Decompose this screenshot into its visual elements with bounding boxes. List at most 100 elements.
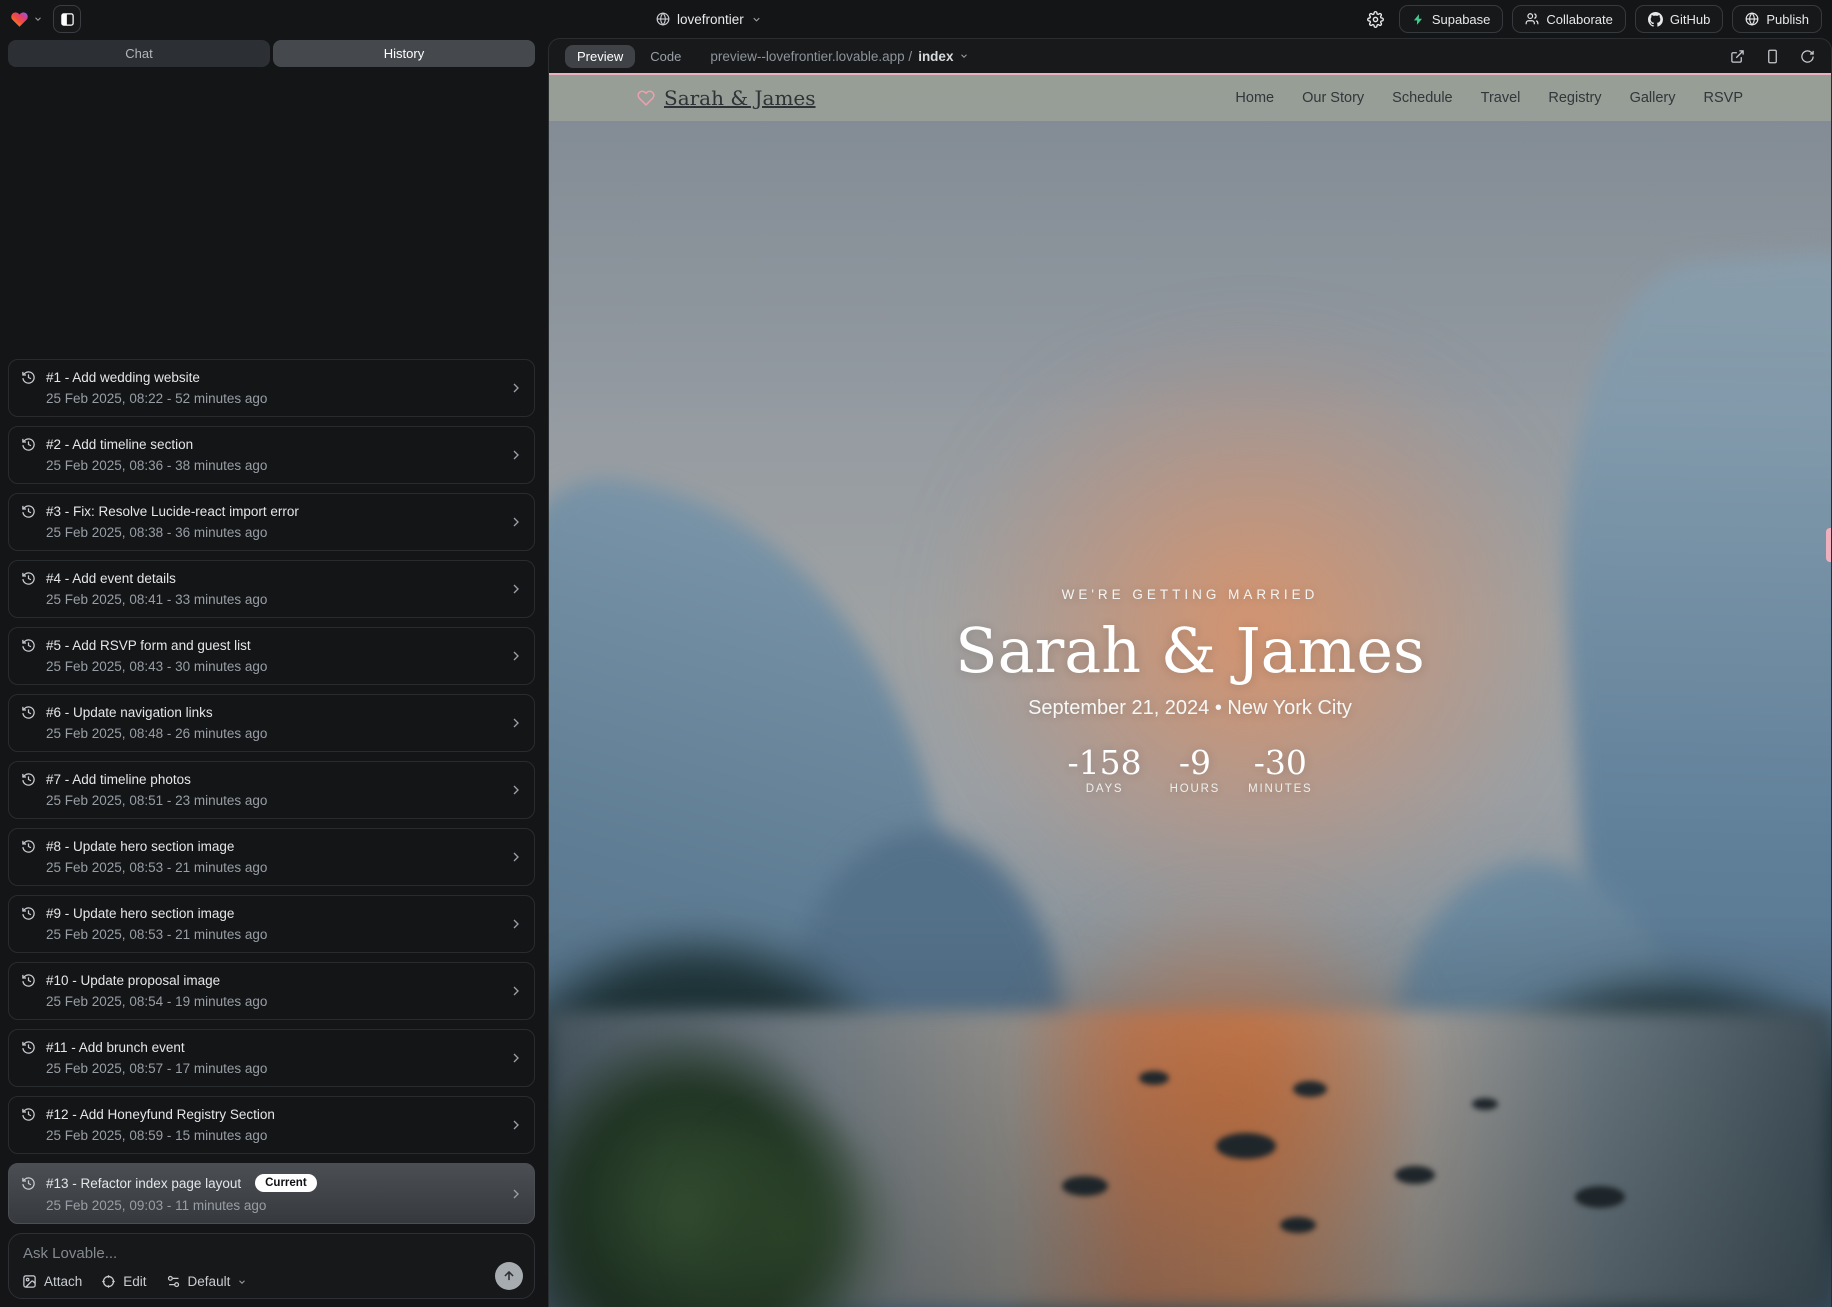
globe-icon [1745,12,1759,26]
countdown: -158 DAYS -9 HOURS -30 MINUTES [549,745,1831,795]
history-icon [21,973,36,988]
history-item-timestamp: 25 Feb 2025, 08:57 - 17 minutes ago [46,1061,504,1076]
site-logo[interactable]: Sarah & James [637,86,816,110]
history-item-timestamp: 25 Feb 2025, 08:53 - 21 minutes ago [46,860,504,875]
site-nav-link[interactable]: Travel [1481,90,1521,106]
chevron-down-icon [237,1277,247,1287]
history-icon [21,906,36,921]
history-item[interactable]: #4 - Add event details 25 Feb 2025, 08:4… [8,560,535,618]
ask-lovable-input[interactable] [23,1245,371,1262]
users-icon [1525,12,1539,26]
edit-button[interactable]: Edit [101,1274,146,1289]
tab-code[interactable]: Code [650,49,681,64]
history-item-timestamp: 25 Feb 2025, 08:41 - 33 minutes ago [46,592,504,607]
heart-outline-icon [637,89,655,107]
history-icon [21,437,36,452]
hero-eyebrow: WE'RE GETTING MARRIED [549,587,1831,602]
hero-content: WE'RE GETTING MARRIED Sarah & James Sept… [549,587,1831,795]
collaborate-button[interactable]: Collaborate [1512,5,1626,33]
history-icon [21,638,36,653]
history-item-title: #6 - Update navigation links [46,705,213,720]
history-item[interactable]: #9 - Update hero section image 25 Feb 20… [8,895,535,953]
history-item[interactable]: #10 - Update proposal image 25 Feb 2025,… [8,962,535,1020]
history-item[interactable]: #6 - Update navigation links 25 Feb 2025… [8,694,535,752]
external-link-icon [1730,49,1745,64]
scrollbar-thumb[interactable] [1826,528,1831,562]
prompt-box: Attach Edit [8,1233,535,1299]
refresh-button[interactable] [1800,49,1815,64]
supabase-bolt-icon [1412,13,1425,26]
site-nav-link[interactable]: RSVP [1704,90,1744,106]
image-icon [22,1274,37,1289]
history-item[interactable]: #12 - Add Honeyfund Registry Section 25 … [8,1096,535,1154]
sidebar: Chat History #1 - Add wedding website 25… [0,38,543,1307]
send-button[interactable] [495,1262,523,1290]
site-header: Sarah & James Home Our Story Schedule Trave… [549,75,1831,121]
history-item[interactable]: #11 - Add brunch event 25 Feb 2025, 08:5… [8,1029,535,1087]
countdown-value: -9 [1170,745,1221,781]
history-icon [21,1040,36,1055]
preview-url[interactable]: preview--lovefrontier.lovable.app / inde… [710,49,969,64]
history-item-timestamp: 25 Feb 2025, 08:53 - 21 minutes ago [46,927,504,942]
history-item[interactable]: #2 - Add timeline section 25 Feb 2025, 0… [8,426,535,484]
hero-names: Sarah & James [549,615,1831,687]
chevron-right-icon [508,916,524,932]
history-list: #1 - Add wedding website 25 Feb 2025, 08… [8,359,535,1224]
countdown-value: -30 [1248,745,1312,781]
history-icon [21,504,36,519]
tab-chat[interactable]: Chat [8,40,270,67]
chevron-right-icon [508,1117,524,1133]
chevron-right-icon [508,1186,524,1202]
preview-url-page: index [918,49,953,64]
attach-button[interactable]: Attach [22,1274,82,1289]
history-item-timestamp: 25 Feb 2025, 08:59 - 15 minutes ago [46,1128,504,1143]
site-nav-link[interactable]: Schedule [1392,90,1452,106]
preview-toolbar: Preview Code preview--lovefrontier.lovab… [549,39,1831,73]
lovable-app: lovefrontier Supabase [0,0,1832,1307]
history-item-timestamp: 25 Feb 2025, 08:43 - 30 minutes ago [46,659,504,674]
mobile-view-button[interactable] [1765,49,1780,64]
open-in-new-tab-button[interactable] [1730,49,1745,64]
history-icon [21,370,36,385]
site-nav: Home Our Story Schedule Travel Registry Galle… [1235,90,1743,106]
site-nav-link[interactable]: Registry [1548,90,1601,106]
settings-button[interactable] [1362,5,1390,33]
preview-panel: Preview Code preview--lovefrontier.lovab… [548,38,1832,1307]
smartphone-icon [1765,49,1780,64]
panel-left-icon [60,12,75,27]
chevron-right-icon [508,648,524,664]
history-item-title: #10 - Update proposal image [46,973,220,988]
history-item-title: #1 - Add wedding website [46,370,200,385]
sidebar-toggle-button[interactable] [53,5,81,33]
history-item-timestamp: 25 Feb 2025, 09:03 - 11 minutes ago [46,1198,504,1213]
history-icon [21,1107,36,1122]
mode-select[interactable]: Default [166,1274,248,1289]
history-item[interactable]: #13 - Refactor index page layout Current… [8,1163,535,1224]
hero-date-location: September 21, 2024 • New York City [549,695,1831,721]
supabase-button[interactable]: Supabase [1399,5,1504,33]
countdown-label: DAYS [1067,783,1141,795]
history-item-timestamp: 25 Feb 2025, 08:48 - 26 minutes ago [46,726,504,741]
github-button[interactable]: GitHub [1635,5,1723,33]
sliders-icon [166,1274,181,1289]
topbar: lovefrontier Supabase [0,0,1832,38]
history-item-title: #5 - Add RSVP form and guest list [46,638,251,653]
tab-history[interactable]: History [273,40,535,67]
project-selector[interactable]: lovefrontier [656,0,762,38]
lovable-logo-menu[interactable] [10,10,43,29]
tab-preview[interactable]: Preview [565,45,635,68]
history-item[interactable]: #7 - Add timeline photos 25 Feb 2025, 08… [8,761,535,819]
arrow-up-icon [502,1269,516,1283]
history-item-timestamp: 25 Feb 2025, 08:38 - 36 minutes ago [46,525,504,540]
site-nav-link[interactable]: Gallery [1630,90,1676,106]
site-nav-link[interactable]: Our Story [1302,90,1364,106]
countdown-item: -9 HOURS [1170,745,1221,795]
history-icon [21,772,36,787]
chevron-right-icon [508,782,524,798]
history-item[interactable]: #5 - Add RSVP form and guest list 25 Feb… [8,627,535,685]
history-item[interactable]: #1 - Add wedding website 25 Feb 2025, 08… [8,359,535,417]
history-item[interactable]: #8 - Update hero section image 25 Feb 20… [8,828,535,886]
site-nav-link[interactable]: Home [1235,90,1274,106]
publish-button[interactable]: Publish [1732,5,1822,33]
history-item[interactable]: #3 - Fix: Resolve Lucide-react import er… [8,493,535,551]
